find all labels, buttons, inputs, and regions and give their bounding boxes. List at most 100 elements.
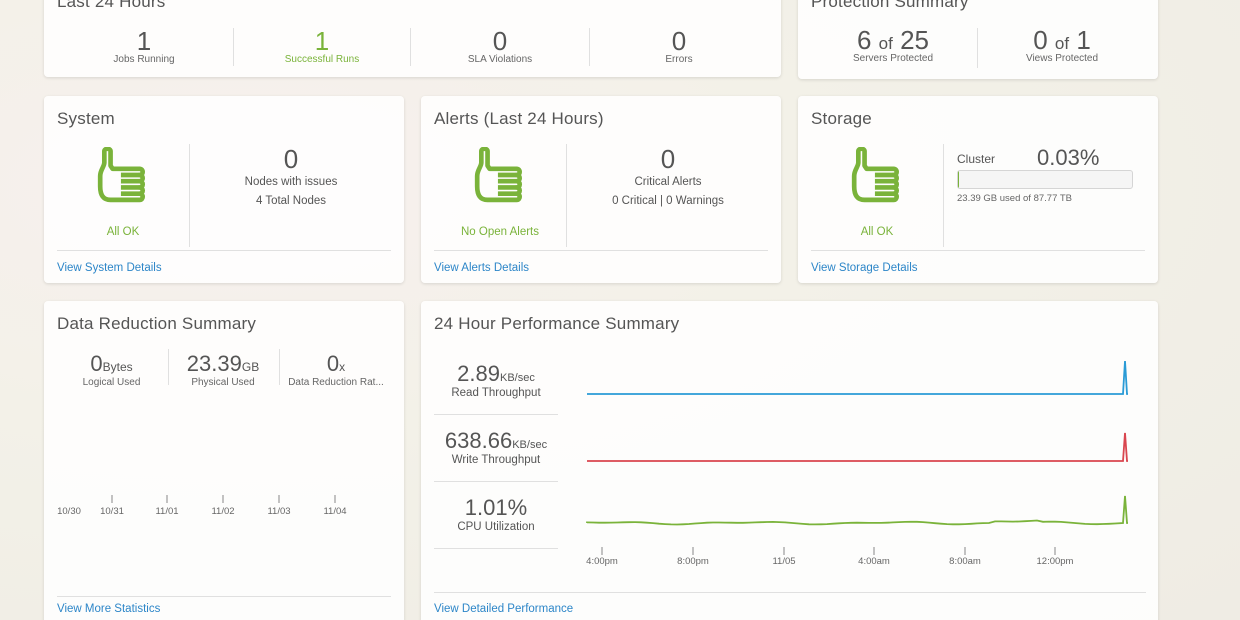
write-throughput-unit: KB/sec — [512, 439, 548, 451]
date-tick-label: 11/01 — [155, 506, 178, 517]
date-tick-label: 10/30 — [57, 506, 81, 517]
divider — [434, 414, 558, 415]
divider — [811, 250, 1145, 251]
performance-chart: 4:00pm 8:00pm 11/05 4:00am 8:00am 12:00pm — [586, 360, 1128, 567]
storage-status: All OK — [860, 226, 894, 238]
storage-usage-bar — [957, 170, 1133, 189]
errors-stat[interactable]: 0 Errors — [639, 28, 719, 65]
critical-alerts-label: Critical Alerts — [634, 176, 702, 188]
reduction-ratio-value: 0x — [282, 351, 390, 377]
data-reduction-card: Data Reduction Summary 0Bytes Logical Us… — [44, 301, 404, 620]
performance-series-line — [587, 432, 1128, 462]
read-throughput-stat: 2.89KB/sec Read Throughput — [434, 361, 558, 399]
divider — [434, 481, 558, 482]
performance-series-line — [587, 360, 1128, 395]
nodes-issues-label: Nodes with issues — [244, 176, 338, 188]
servers-protected-stat[interactable]: 6 of 25 Servers Protected — [828, 27, 958, 64]
time-tick-label: 8:00am — [949, 556, 981, 567]
view-alerts-details-link[interactable]: View Alerts Details — [434, 262, 529, 274]
storage-usage-fill — [958, 171, 959, 188]
performance-card: 24 Hour Performance Summary 2.89KB/sec R… — [421, 301, 1158, 620]
data-reduction-chart: 10/30 10/31 11/01 11/02 11/03 11/04 — [57, 495, 347, 517]
view-system-details-link[interactable]: View System Details — [57, 262, 162, 274]
divider — [57, 596, 391, 597]
time-tick-label: 11/05 — [772, 556, 795, 567]
divider — [434, 250, 768, 251]
divider — [189, 144, 190, 247]
reduction-ratio-number: 0 — [326, 351, 340, 376]
storage-card: Storage All OK Cluster 0.03% 23.39 GB us… — [798, 96, 1158, 283]
time-tick-label: 4:00pm — [586, 556, 618, 567]
jobs-running-label: Jobs Running — [113, 54, 175, 65]
thumbs-up-icon — [97, 147, 149, 203]
logical-used-stat: 0Bytes Logical Used — [64, 351, 159, 388]
reduction-ratio-label: Data Reduction Rat... — [288, 377, 384, 388]
physical-used-label: Physical Used — [191, 377, 255, 388]
servers-protected-count: 6 — [856, 25, 872, 55]
servers-protected-value: 6 of 25 — [828, 27, 958, 53]
time-tick-label: 4:00am — [858, 556, 890, 567]
read-throughput-unit: KB/sec — [499, 372, 535, 384]
successful-runs-value: 1 — [314, 26, 330, 56]
alerts-breakdown: 0 Critical | 0 Warnings — [612, 195, 724, 207]
views-protected-count: 0 — [1033, 25, 1048, 55]
last24-title: Last 24 Hours — [57, 0, 166, 11]
successful-runs-stat[interactable]: 1 Successful Runs — [264, 28, 380, 65]
divider — [434, 548, 558, 549]
thumbs-up-icon — [474, 147, 526, 203]
read-throughput-value: 2.89KB/sec — [434, 361, 558, 387]
sla-violations-stat[interactable]: 0 SLA Violations — [450, 28, 550, 65]
view-more-statistics-link[interactable]: View More Statistics — [57, 603, 160, 615]
logical-used-number: 0 — [90, 351, 103, 376]
jobs-running-value: 1 — [136, 26, 152, 56]
storage-used-text: 23.39 GB used of 87.77 TB — [957, 193, 1072, 204]
servers-total-count: 25 — [900, 25, 930, 55]
physical-used-stat: 23.39GB Physical Used — [174, 351, 272, 388]
successful-runs-label: Successful Runs — [284, 54, 360, 65]
divider — [589, 28, 590, 66]
logical-used-unit: Bytes — [102, 360, 133, 374]
view-detailed-performance-link[interactable]: View Detailed Performance — [434, 603, 573, 615]
divider — [168, 349, 169, 385]
reduction-ratio-unit: x — [339, 360, 346, 374]
cluster-label: Cluster — [957, 152, 996, 166]
thumbs-up-icon — [851, 147, 903, 203]
jobs-running-stat[interactable]: 1 Jobs Running — [104, 28, 184, 65]
physical-used-number: 23.39 — [186, 351, 242, 376]
write-throughput-label: Write Throughput — [451, 454, 541, 466]
divider — [977, 28, 978, 68]
alerts-title: Alerts (Last 24 Hours) — [434, 109, 604, 128]
cpu-utilization-value: 1.01% — [434, 495, 558, 521]
divider — [233, 28, 234, 66]
divider — [434, 592, 1146, 593]
divider — [943, 144, 944, 247]
views-protected-label: Views Protected — [1025, 53, 1099, 64]
views-protected-stat[interactable]: 0 of 1 Views Protected — [1006, 27, 1118, 64]
errors-value: 0 — [671, 26, 687, 56]
alerts-card: Alerts (Last 24 Hours) No Open Alerts 0 … — [421, 96, 781, 283]
read-throughput-label: Read Throughput — [451, 387, 541, 399]
nodes-issues-value: 0 — [283, 144, 299, 174]
sla-violations-label: SLA Violations — [467, 54, 533, 65]
date-tick-label: 11/02 — [211, 506, 234, 517]
views-total-count: 1 — [1076, 25, 1091, 55]
view-storage-details-link[interactable]: View Storage Details — [811, 262, 918, 274]
of-text: of — [1054, 34, 1070, 53]
cluster-percent: 0.03% — [1037, 145, 1100, 170]
physical-used-unit: GB — [241, 360, 260, 374]
performance-series-line — [586, 495, 1128, 526]
physical-used-value: 23.39GB — [174, 351, 272, 377]
storage-title: Storage — [811, 109, 872, 128]
divider — [566, 144, 567, 247]
alerts-status: No Open Alerts — [461, 226, 539, 238]
critical-alerts-stat: 0 Critical Alerts 0 Critical | 0 Warning… — [583, 146, 753, 207]
date-tick-label: 11/03 — [267, 506, 290, 517]
divider — [279, 349, 280, 385]
logical-used-label: Logical Used — [82, 377, 141, 388]
read-throughput-number: 2.89 — [457, 361, 500, 386]
errors-label: Errors — [665, 54, 693, 65]
reduction-ratio-stat: 0x Data Reduction Rat... — [282, 351, 390, 388]
sla-violations-value: 0 — [492, 26, 508, 56]
last24-card: Last 24 Hours 1 Jobs Running 1 Successfu… — [44, 0, 781, 77]
total-nodes-text: 4 Total Nodes — [255, 195, 327, 207]
